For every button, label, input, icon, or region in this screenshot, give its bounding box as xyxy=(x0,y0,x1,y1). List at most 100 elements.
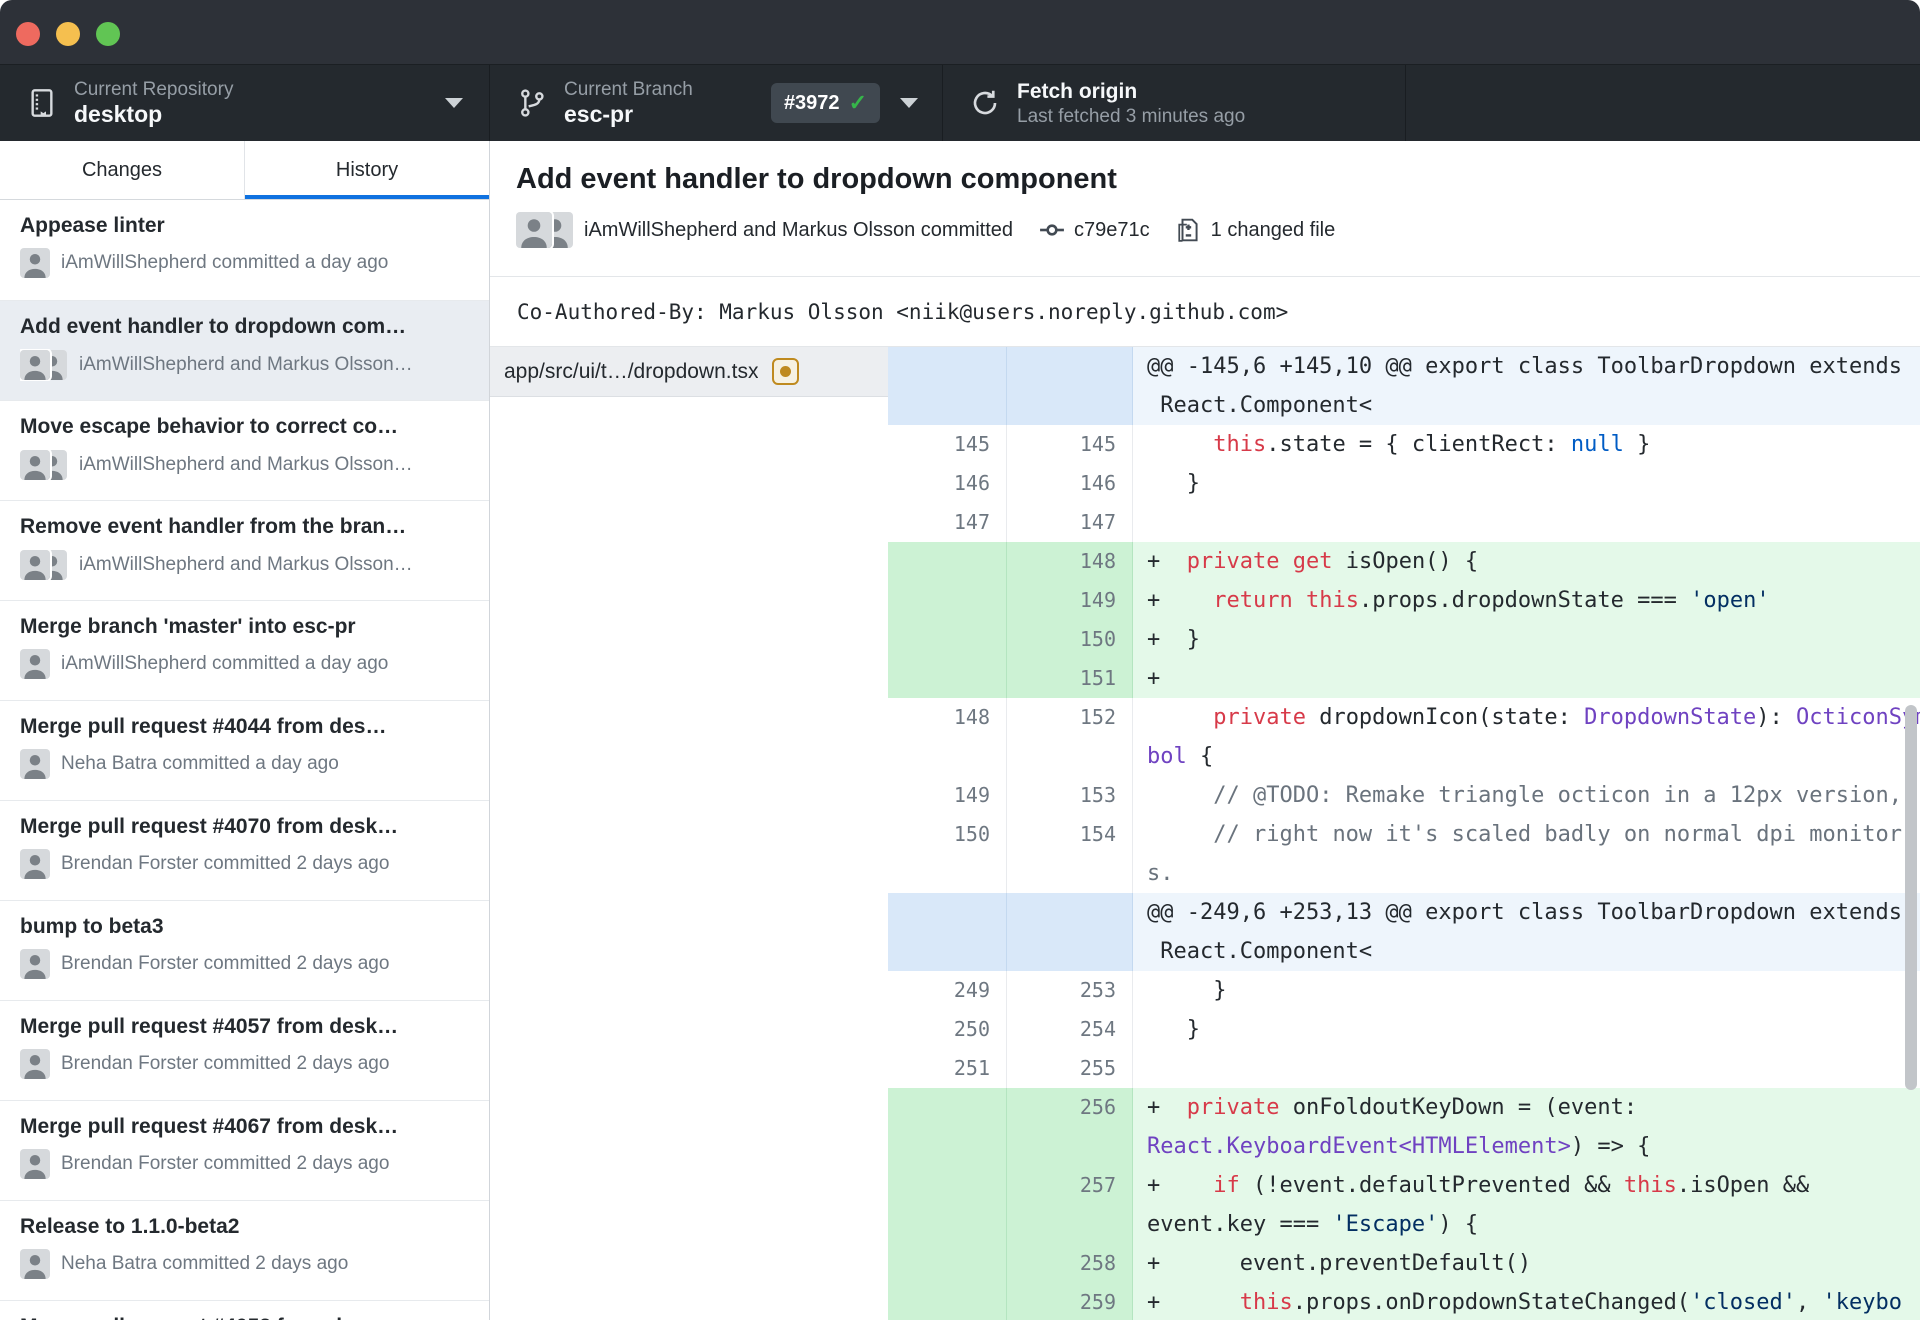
git-branch-icon xyxy=(521,89,544,117)
gutter-old-line-number: 251 xyxy=(888,1049,1007,1088)
code-line: React.KeyboardEvent<HTMLElement>) => { xyxy=(1147,1134,1651,1159)
author-avatars xyxy=(20,349,68,381)
repo-label: Current Repository xyxy=(74,78,234,100)
tab-changes[interactable]: Changes xyxy=(0,141,244,199)
code-line: + xyxy=(1147,666,1161,691)
commit-meta-text: Neha Batra committed a day ago xyxy=(61,753,339,774)
zoom-button[interactable] xyxy=(96,22,120,46)
gutter-new-line-number: 259 xyxy=(1007,1283,1133,1320)
app-window: Current Repository desktop Current Branc… xyxy=(0,0,1920,1320)
changed-files-count: 1 changed file xyxy=(1210,218,1336,241)
diff-scrollbar-thumb[interactable] xyxy=(1905,705,1917,1090)
commit-list-item[interactable]: Merge pull request #4067 from desk… Brend… xyxy=(0,1100,489,1200)
gutter-new-line-number: 150 xyxy=(1007,620,1133,659)
avatar xyxy=(516,212,552,248)
commit-list-item[interactable]: Merge pull request #4057 from desk… Brend… xyxy=(0,1000,489,1100)
commit-list-item[interactable]: Merge branch 'master' into esc-pr iAmWill… xyxy=(0,600,489,700)
current-repository-button[interactable]: Current Repository desktop xyxy=(0,65,490,141)
commit-meta-text: Brendan Forster committed 2 days ago xyxy=(61,1153,390,1174)
current-branch-button[interactable]: Current Branch esc-pr #3972 ✓ xyxy=(490,65,943,141)
commit-header: Add event handler to dropdown component … xyxy=(490,141,1920,277)
avatar xyxy=(20,248,50,278)
commit-history-list: Appease linter iAmWillShepherd committed … xyxy=(0,200,489,1320)
git-commit-icon xyxy=(1040,224,1064,236)
commit-detail-pane: Add event handler to dropdown component … xyxy=(490,141,1920,1320)
diff-line: 259 + this.props.onDropdownStateChanged('… xyxy=(888,1283,1920,1320)
commit-list-item[interactable]: Move escape behavior to correct co… iAmWi… xyxy=(0,400,489,500)
commit-meta-text: iAmWillShepherd and Markus Olsson… xyxy=(79,354,413,375)
fetch-origin-button[interactable]: Fetch origin Last fetched 3 minutes ago xyxy=(943,65,1406,141)
diff-code-cell: @@ -249,6 +253,13 @@ export class Toolba… xyxy=(1133,893,1920,971)
gutter-new-line-number: 145 xyxy=(1007,425,1133,464)
diff-code-cell: } xyxy=(1133,1010,1920,1049)
commit-list-title: Release to 1.1.0-beta2 xyxy=(20,1215,240,1238)
commit-list-title: Merge branch 'master' into esc-pr xyxy=(20,615,356,638)
code-line: s. xyxy=(1147,861,1174,886)
file-list-item[interactable]: app/src/ui/t…/dropdown.tsx xyxy=(490,347,888,397)
code-line: React.Component< xyxy=(1147,393,1373,418)
commit-list-title: Merge pull request #4070 from desk… xyxy=(20,815,399,838)
commit-list-title: Appease linter xyxy=(20,214,165,237)
diff-code-cell: + } xyxy=(1133,620,1920,659)
commit-list-item[interactable]: Merge pull request #4044 from des… Neha B… xyxy=(0,700,489,800)
commit-list-item[interactable]: Add event handler to dropdown com… iAmWil… xyxy=(0,300,489,400)
gutter-new-line-number: 253 xyxy=(1007,971,1133,1010)
gutter-new-line-number: 257 xyxy=(1007,1166,1133,1244)
close-button[interactable] xyxy=(16,22,40,46)
gutter-new-line-number: 146 xyxy=(1007,464,1133,503)
fetch-subtitle: Last fetched 3 minutes ago xyxy=(1017,106,1246,127)
branch-label: Current Branch xyxy=(564,78,693,100)
gutter-old-line-number: 145 xyxy=(888,425,1007,464)
sidebar: Changes History Appease linter iAmWillShe… xyxy=(0,141,490,1320)
diff-code-cell: @@ -145,6 +145,10 @@ export class Toolba… xyxy=(1133,347,1920,425)
pr-number: #3972 xyxy=(783,91,840,114)
avatar xyxy=(20,1149,50,1179)
diff-view: @@ -145,6 +145,10 @@ export class Toolba… xyxy=(888,347,1920,1320)
diff-code-cell xyxy=(1133,503,1920,542)
commit-byline: iAmWillShepherd and Markus Olsson commit… xyxy=(584,218,1014,241)
gutter-old-line-number xyxy=(888,893,1007,971)
avatar xyxy=(20,649,50,679)
diff-code-cell: } xyxy=(1133,464,1920,503)
code-line: } xyxy=(1147,1017,1200,1042)
code-line: @@ -249,6 +253,13 @@ export class Toolba… xyxy=(1147,900,1902,925)
diff-area: app/src/ui/t…/dropdown.tsx @@ -145,6 +14… xyxy=(490,347,1920,1320)
commit-list-item[interactable]: Merge pull request #4070 from desk… Brend… xyxy=(0,800,489,900)
gutter-old-line-number xyxy=(888,1283,1007,1320)
code-line: // @TODO: Remake triangle octicon in a 1… xyxy=(1213,783,1902,808)
commit-sha[interactable]: c79e71c xyxy=(1074,219,1150,242)
gutter-new-line-number: 154 xyxy=(1007,815,1133,893)
commit-list-title: Merge pull request #4067 from desk… xyxy=(20,1115,399,1138)
commit-meta-text: Brendan Forster committed 2 days ago xyxy=(61,953,390,974)
commit-list-item[interactable]: Release to 1.1.0-beta2 Neha Batra committ… xyxy=(0,1200,489,1300)
diff-code-cell xyxy=(1133,1049,1920,1088)
avatar xyxy=(20,550,50,580)
commit-list-item[interactable]: Appease linter iAmWillShepherd committed … xyxy=(0,200,489,300)
gutter-new-line-number: 256 xyxy=(1007,1088,1133,1166)
code-line: // right now it's scaled badly on normal… xyxy=(1213,822,1902,847)
commit-meta-text: iAmWillShepherd committed a day ago xyxy=(61,252,389,273)
author-avatars xyxy=(20,449,68,481)
avatar xyxy=(20,1249,50,1279)
check-icon: ✓ xyxy=(848,90,867,115)
commit-list-item[interactable]: Merge pull request #4052 from d… xyxy=(0,1300,489,1320)
diff-line: 148 152 private dropdownIcon(state: Dropd… xyxy=(888,698,1920,776)
code-line: React.Component< xyxy=(1147,939,1373,964)
diff-line: 149 153 // @TODO: Remake triangle octicon… xyxy=(888,776,1920,815)
commit-list-item[interactable]: bump to beta3 Brendan Forster committed 2… xyxy=(0,900,489,1000)
commit-meta-text: Brendan Forster committed 2 days ago xyxy=(61,853,390,874)
commit-list-title: bump to beta3 xyxy=(20,915,164,938)
commit-list-meta: iAmWillShepherd and Markus Olsson… xyxy=(20,349,469,381)
tab-history[interactable]: History xyxy=(244,141,489,199)
diff-line: 249 253 } xyxy=(888,971,1920,1010)
gutter-new-line-number: 148 xyxy=(1007,542,1133,581)
diff-code-cell: + event.preventDefault() xyxy=(1133,1244,1920,1283)
pr-badge[interactable]: #3972 ✓ xyxy=(770,83,880,123)
diff-line: 146 146 } xyxy=(888,464,1920,503)
gutter-new-line-number: 153 xyxy=(1007,776,1133,815)
commit-list-meta: iAmWillShepherd committed a day ago xyxy=(20,248,469,278)
commit-list-item[interactable]: Remove event handler from the bran… iAmWi… xyxy=(0,500,489,600)
minimize-button[interactable] xyxy=(56,22,80,46)
commit-title: Add event handler to dropdown component xyxy=(516,163,1117,195)
